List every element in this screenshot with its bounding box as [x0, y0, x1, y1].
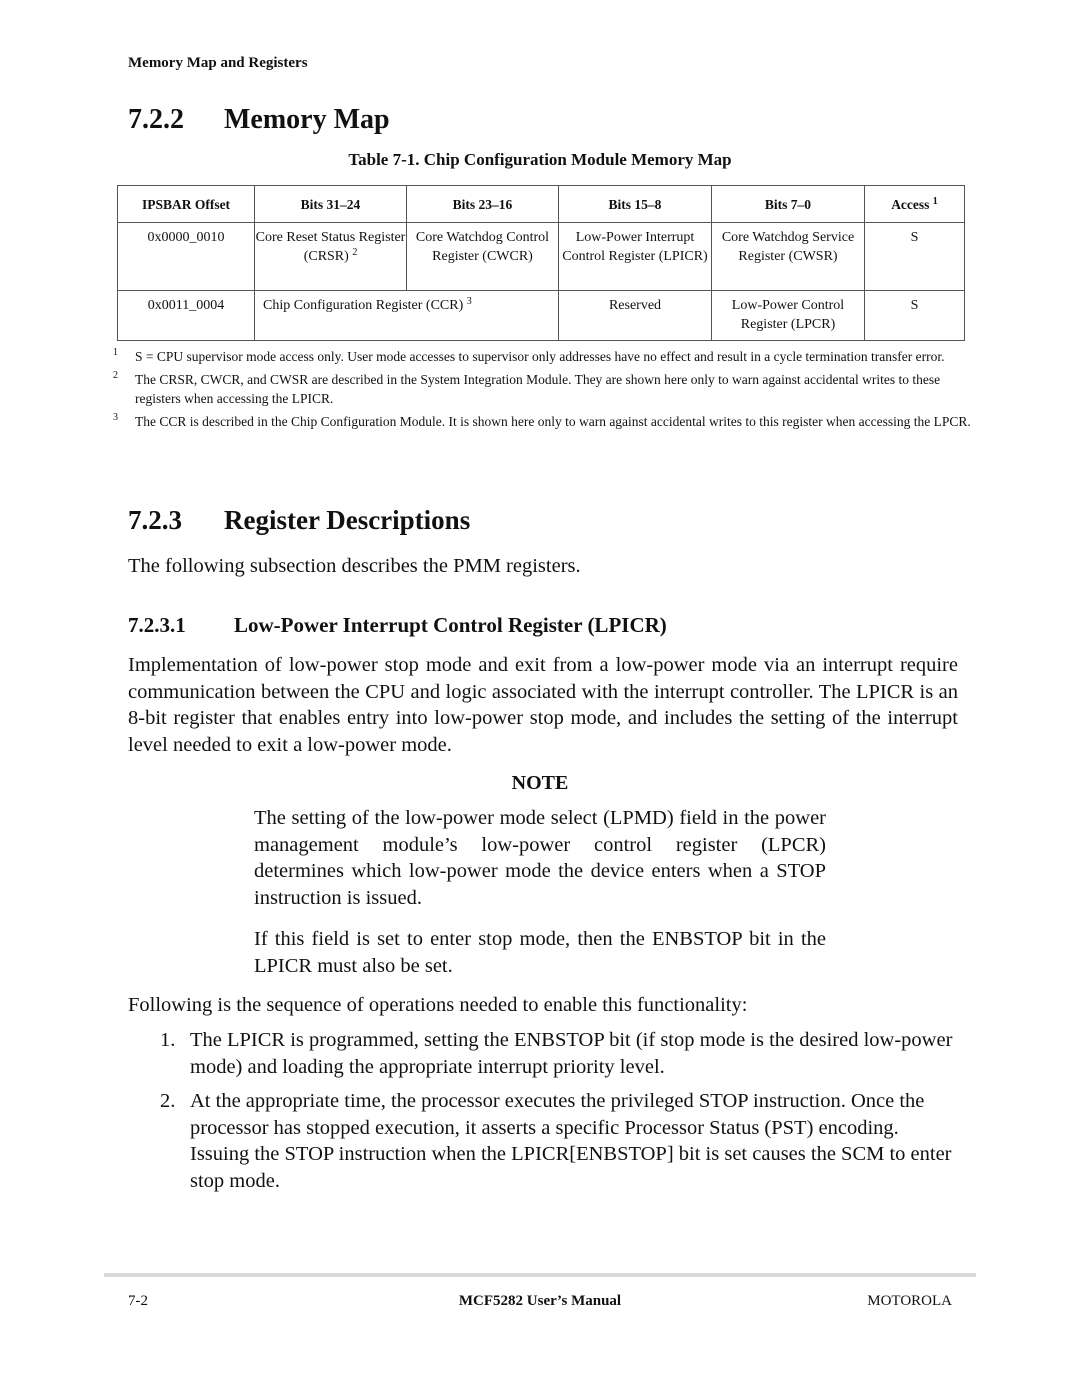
- table-caption: Table 7-1. Chip Configuration Module Mem…: [348, 150, 732, 169]
- column-header: Bits 7–0: [711, 185, 865, 223]
- cell-register: Low-Power Interrupt Control Register (LP…: [558, 222, 712, 291]
- footnote-mark: 2: [113, 370, 118, 381]
- memory-map-table: IPSBAR Offset Bits 31–24 Bits 23–16 Bits…: [117, 185, 965, 341]
- cell-register: Core Watchdog Service Register (CWSR): [711, 222, 865, 291]
- note-paragraph: If this field is set to enter stop mode,…: [254, 928, 826, 977]
- footnote: 2 The CRSR, CWCR, and CWSR are described …: [113, 370, 973, 408]
- footnote-text: The CCR is described in the Chip Configu…: [135, 414, 971, 429]
- footnote-mark: 3: [113, 412, 118, 423]
- footnote-mark: 1: [113, 347, 118, 358]
- list-number: 2.: [160, 1090, 176, 1112]
- footnote-text: The CRSR, CWCR, and CWSR are described i…: [135, 372, 941, 406]
- note-title: NOTE: [511, 772, 569, 794]
- section-number: 7.2.3.1: [128, 613, 186, 637]
- cell-text: Chip Configuration Register (CCR): [263, 298, 464, 313]
- section-intro: The following subsection describes the P…: [128, 555, 581, 577]
- section-title: Register Descriptions: [224, 505, 471, 535]
- body-paragraph: Implementation of low-power stop mode an…: [128, 654, 958, 756]
- footnote-ref: 3: [466, 296, 472, 307]
- column-header: Bits 15–8: [558, 185, 712, 223]
- brand-name: MOTOROLA: [867, 1293, 952, 1309]
- footnote: 3 The CCR is described in the Chip Config…: [113, 412, 973, 431]
- cell-register: Core Reset Status Register (CRSR) 2: [254, 222, 407, 291]
- footnote-ref: 1: [932, 195, 938, 207]
- cell-text: Core Reset Status Register (CRSR): [255, 230, 406, 264]
- section-title: Memory Map: [224, 104, 390, 135]
- footnote-ref: 2: [352, 247, 358, 258]
- list-item: 2. At the appropriate time, the processor…: [128, 1088, 958, 1194]
- list-text: The LPICR is programmed, setting the ENB…: [190, 1029, 953, 1078]
- section-heading-7-2-3-1: 7.2.3.1 Low-Power Interrupt Control Regis…: [128, 613, 667, 638]
- cell-register: Reserved: [558, 290, 712, 341]
- running-head: Memory Map and Registers: [128, 55, 308, 71]
- list-number: 1.: [160, 1029, 176, 1051]
- section-title: Low-Power Interrupt Control Register (LP…: [234, 613, 667, 637]
- cell-access: S: [864, 222, 965, 291]
- column-header: IPSBAR Offset: [117, 185, 255, 223]
- note-paragraph: The setting of the low-power mode select…: [254, 807, 826, 909]
- cell-access: S: [864, 290, 965, 341]
- table-header-row: IPSBAR Offset Bits 31–24 Bits 23–16 Bits…: [117, 185, 965, 223]
- list-text: At the appropriate time, the processor e…: [190, 1090, 952, 1192]
- list-item: 1. The LPICR is programmed, setting the E…: [128, 1027, 958, 1080]
- table-row: 0x0011_0004 Chip Configuration Register …: [117, 290, 965, 341]
- sequence-list: 1. The LPICR is programmed, setting the E…: [128, 1027, 958, 1202]
- cell-offset: 0x0000_0010: [117, 222, 255, 291]
- column-header-label: Access: [891, 196, 930, 212]
- column-header: Bits 31–24: [254, 185, 407, 223]
- table-row: 0x0000_0010 Core Reset Status Register (…: [117, 222, 965, 291]
- section-heading-7-2-3: 7.2.3 Register Descriptions: [128, 505, 470, 536]
- cell-register: Chip Configuration Register (CCR) 3: [254, 290, 559, 341]
- cell-register: Core Watchdog Control Register (CWCR): [406, 222, 559, 291]
- column-header-access: Access 1: [864, 185, 965, 223]
- sequence-intro: Following is the sequence of operations …: [128, 994, 748, 1016]
- column-header: Bits 23–16: [406, 185, 559, 223]
- section-heading-7-2-2: 7.2.2 Memory Map: [128, 104, 390, 136]
- cell-offset: 0x0011_0004: [117, 290, 255, 341]
- section-number: 7.2.3: [128, 505, 182, 535]
- footnote: 1 S = CPU supervisor mode access only. Us…: [113, 347, 973, 366]
- section-number: 7.2.2: [128, 104, 184, 135]
- footer-divider: [104, 1273, 976, 1277]
- table-footnotes: 1 S = CPU supervisor mode access only. Us…: [113, 347, 973, 435]
- cell-register: Low-Power Control Register (LPCR): [711, 290, 865, 341]
- footnote-text: S = CPU supervisor mode access only. Use…: [135, 349, 945, 364]
